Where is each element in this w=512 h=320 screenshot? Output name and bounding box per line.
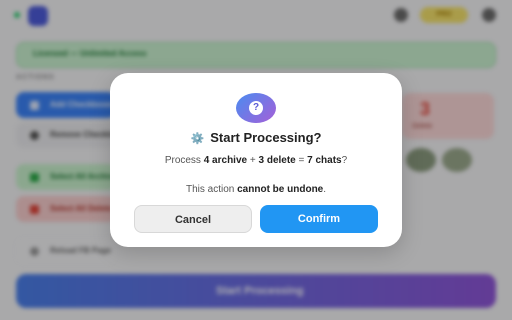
dialog-warning: This action cannot be undone. xyxy=(185,184,327,195)
dialog-title: ⚙️ Start Processing? xyxy=(110,130,402,145)
gear-icon: ⚙️ xyxy=(190,133,205,145)
dialog-title-text: Start Processing? xyxy=(210,130,322,145)
dialog-summary: Process 4 archive + 3 delete = 7 chats? xyxy=(164,155,348,166)
warning-emphasis: cannot be undone xyxy=(237,184,324,195)
delete-count-text: 3 delete xyxy=(258,155,296,166)
total-count: 7 chats xyxy=(307,155,342,166)
confirm-button[interactable]: Confirm xyxy=(260,205,378,233)
question-icon: ? xyxy=(236,93,276,123)
cancel-button[interactable]: Cancel xyxy=(134,205,252,233)
archive-count: 4 archive xyxy=(203,155,248,166)
confirm-dialog: ? ⚙️ Start Processing? Process 4 archive … xyxy=(110,73,402,247)
